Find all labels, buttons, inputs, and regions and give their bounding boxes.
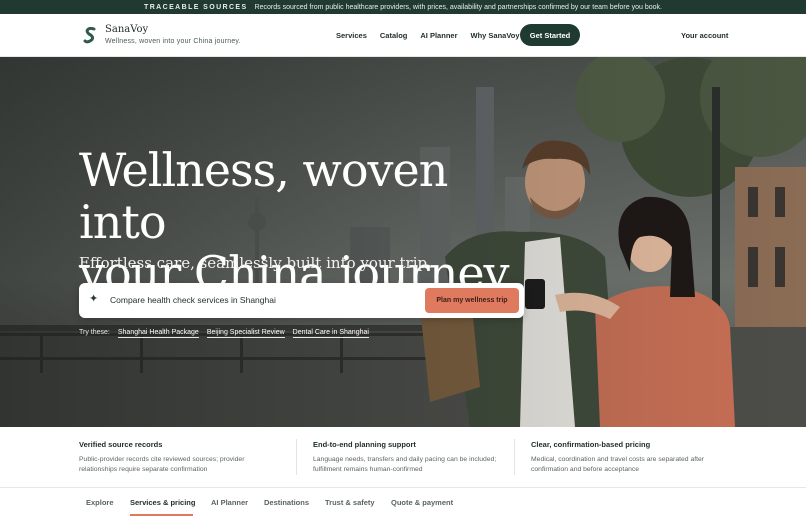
announcement-text: Records sourced from public healthcare p… <box>254 3 662 11</box>
site-header: SanaVoy Wellness, woven into your China … <box>0 14 806 57</box>
feature-text: Public-provider records cite reviewed so… <box>79 456 245 473</box>
feature-text: Medical, coordination and travel costs a… <box>531 456 705 473</box>
get-started-button[interactable]: Get Started <box>520 24 580 46</box>
brand-tagline: Wellness, woven into your China journey. <box>105 38 241 45</box>
tab-explore[interactable]: Explore <box>86 498 114 507</box>
feature-strip: Verified source records Public-provider … <box>0 427 806 488</box>
suggestion-beijing-specialist-review[interactable]: Beijing Specialist Review <box>206 329 285 338</box>
feature-title: Verified source records <box>79 440 163 449</box>
main-nav: Services Catalog AI Planner Why SanaVoy <box>336 31 520 40</box>
feature-divider <box>514 439 515 475</box>
tab-destinations[interactable]: Destinations <box>264 498 309 507</box>
sanavoy-logo-icon[interactable] <box>83 27 97 44</box>
feature-planning-support: End-to-end planning support Language nee… <box>313 440 513 475</box>
hero-subtitle: Effortless care, seamlessly built into y… <box>79 254 432 272</box>
nav-catalog[interactable]: Catalog <box>380 31 408 40</box>
suggestion-shanghai-health-package[interactable]: Shanghai Health Package <box>117 329 199 338</box>
feature-title: Clear, confirmation-based pricing <box>531 440 651 449</box>
tab-services-pricing[interactable]: Services & pricing <box>130 498 195 507</box>
feature-pricing: Clear, confirmation-based pricing Medica… <box>531 440 721 475</box>
section-tabs: Explore Services & pricing AI Planner De… <box>0 488 806 517</box>
feature-title: End-to-end planning support <box>313 440 416 449</box>
feature-verified-records: Verified source records Public-provider … <box>79 440 279 475</box>
hero-title: Wellness, woven into your China journey. <box>79 143 519 300</box>
tab-trust-safety[interactable]: Trust & safety <box>325 498 375 507</box>
feature-text: Language needs, transfers and daily paci… <box>313 456 497 473</box>
hero-section: Wellness, woven into your China journey.… <box>0 57 806 427</box>
trip-search-box: ✦ Plan my wellness trip <box>79 283 524 318</box>
sparkle-icon: ✦ <box>89 293 99 305</box>
plan-trip-button[interactable]: Plan my wellness trip <box>425 288 519 313</box>
active-tab-indicator <box>130 514 193 516</box>
your-account-link[interactable]: Your account <box>681 31 728 40</box>
suggestion-row: Try these: Shanghai Health Package Beiji… <box>79 329 369 338</box>
feature-divider <box>296 439 297 475</box>
tab-ai-planner[interactable]: AI Planner <box>211 498 248 507</box>
nav-ai-planner[interactable]: AI Planner <box>420 31 457 40</box>
try-label: Try these: <box>79 329 110 336</box>
search-input[interactable] <box>110 292 410 308</box>
announcement-bar: TRACEABLE SOURCES Records sourced from p… <box>0 0 806 14</box>
nav-services[interactable]: Services <box>336 31 367 40</box>
nav-why-sanavoy[interactable]: Why SanaVoy <box>470 31 519 40</box>
suggestion-dental-care-shanghai[interactable]: Dental Care in Shanghai <box>292 329 369 338</box>
hero-title-line-1: Wellness, woven into <box>79 143 448 249</box>
announcement-tag: TRACEABLE SOURCES <box>144 3 248 11</box>
tab-quote-payment[interactable]: Quote & payment <box>391 498 453 507</box>
brand-name[interactable]: SanaVoy <box>105 24 148 35</box>
